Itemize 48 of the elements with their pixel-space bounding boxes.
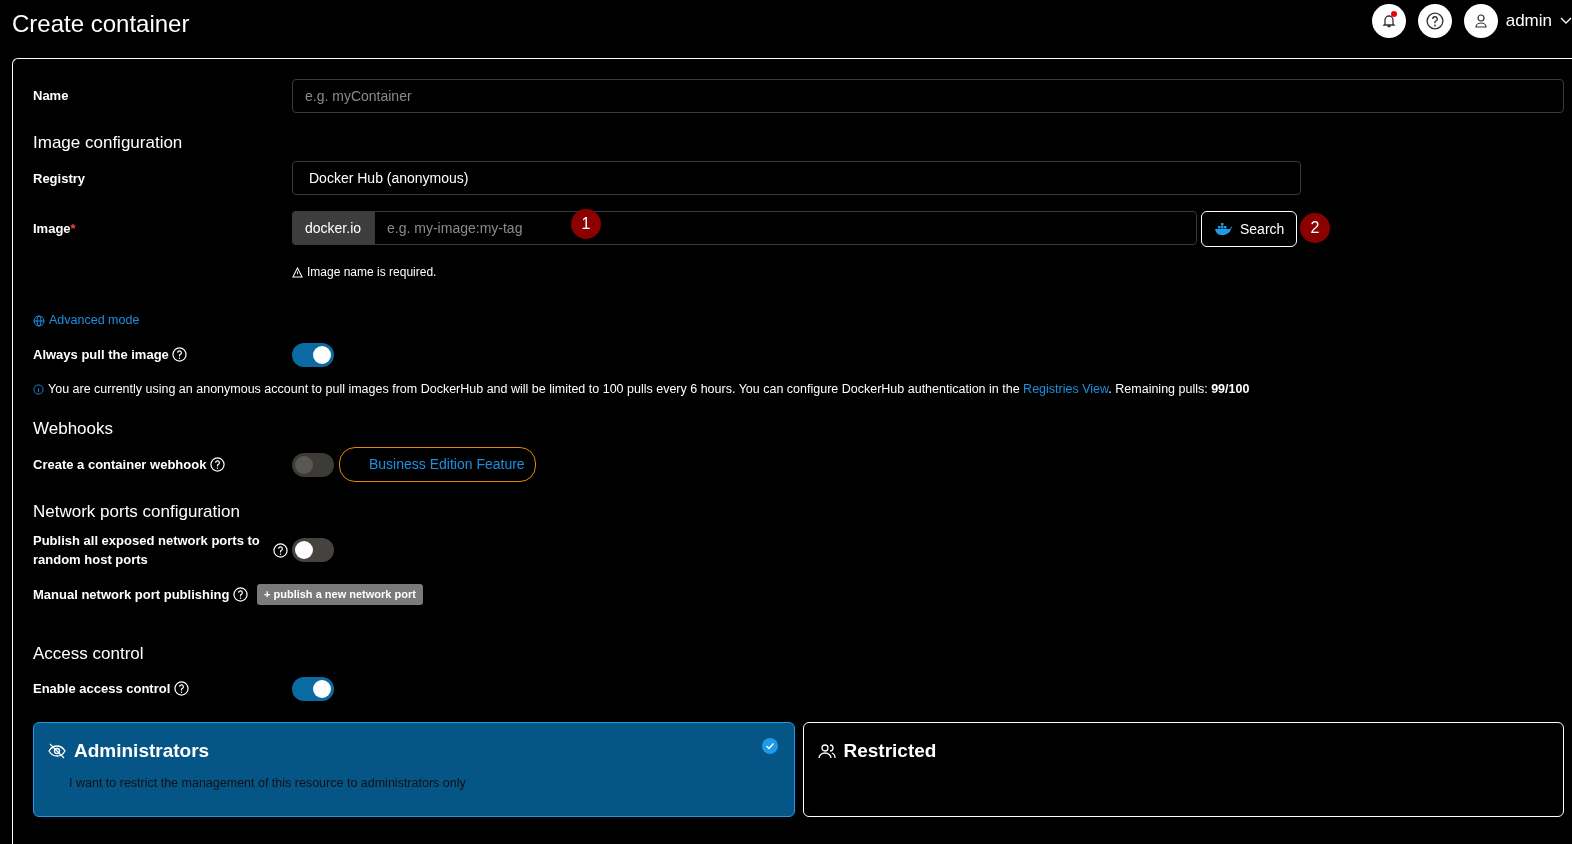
toggle-switch[interactable] bbox=[292, 343, 334, 368]
section-title: Image configuration bbox=[33, 132, 184, 154]
toggle-switch[interactable] bbox=[292, 538, 334, 563]
info-text: You are currently using an anonymous account to pull images from DockerHub and will be limited to 100 pulls every 6 hours. You can configure DockerHub authentication in the Registries View. Remaining pulls: 99/100 bbox=[48, 381, 1250, 399]
field-label: Name bbox=[33, 87, 70, 106]
section-title: Access control bbox=[33, 642, 145, 665]
whale-icon bbox=[1214, 222, 1234, 237]
info-icon bbox=[33, 384, 44, 395]
field-label: Image* bbox=[33, 220, 77, 239]
user-name[interactable]: admin bbox=[1505, 8, 1552, 34]
field-label: Enable access control bbox=[33, 679, 292, 699]
section-title: Network ports configuration bbox=[33, 501, 241, 523]
warning-icon bbox=[292, 266, 303, 278]
field-label: Create a container webhook bbox=[33, 455, 292, 475]
help-icon[interactable] bbox=[273, 543, 288, 559]
field-label: Manual network port publishing bbox=[33, 584, 257, 605]
registry-prefix: docker.io bbox=[292, 211, 375, 246]
access-option-card[interactable]: Restricted bbox=[802, 722, 1564, 818]
chevron-down-icon[interactable] bbox=[1560, 17, 1572, 25]
users-icon bbox=[817, 742, 836, 761]
help-icon[interactable] bbox=[173, 681, 189, 697]
option-description: I want to restrict the management of this resource to administrators only bbox=[69, 774, 467, 792]
user-icon[interactable] bbox=[1463, 4, 1498, 38]
toggle-switch[interactable] bbox=[292, 677, 334, 702]
business-edition-badge: Business Edition Feature bbox=[339, 447, 536, 483]
option-title: Restricted bbox=[843, 739, 937, 764]
bell-icon[interactable] bbox=[1371, 4, 1406, 38]
access-option-card[interactable]: Administrators I want to restrict the management of this resource to administrators only bbox=[33, 722, 795, 818]
check-icon bbox=[761, 738, 778, 755]
advanced-mode-link[interactable]: Advanced mode bbox=[49, 311, 140, 331]
option-title: Administrators bbox=[74, 739, 210, 764]
help-icon[interactable] bbox=[172, 347, 188, 363]
help-icon[interactable] bbox=[233, 586, 249, 602]
field-label: Registry bbox=[33, 169, 87, 188]
field-label: Publish all exposed network ports to random host ports bbox=[33, 531, 261, 570]
globe-icon bbox=[33, 314, 45, 327]
add-port-button[interactable]: + publish a new network port bbox=[257, 584, 423, 605]
error-message: Image name is required. bbox=[307, 264, 437, 282]
name-input[interactable]: e.g. myContainer bbox=[292, 79, 1564, 113]
page-title: Create container bbox=[12, 10, 190, 39]
help-icon[interactable] bbox=[210, 457, 225, 473]
section-title: Webhooks bbox=[33, 417, 114, 440]
eye-off-icon bbox=[48, 742, 66, 761]
registry-select[interactable]: Docker Hub (anonymous) bbox=[292, 161, 1301, 196]
annotation-marker: 2 bbox=[1300, 213, 1330, 244]
help-icon[interactable] bbox=[1417, 4, 1452, 38]
search-button[interactable]: Search bbox=[1201, 211, 1298, 248]
field-label: Always pull the image bbox=[33, 345, 292, 365]
